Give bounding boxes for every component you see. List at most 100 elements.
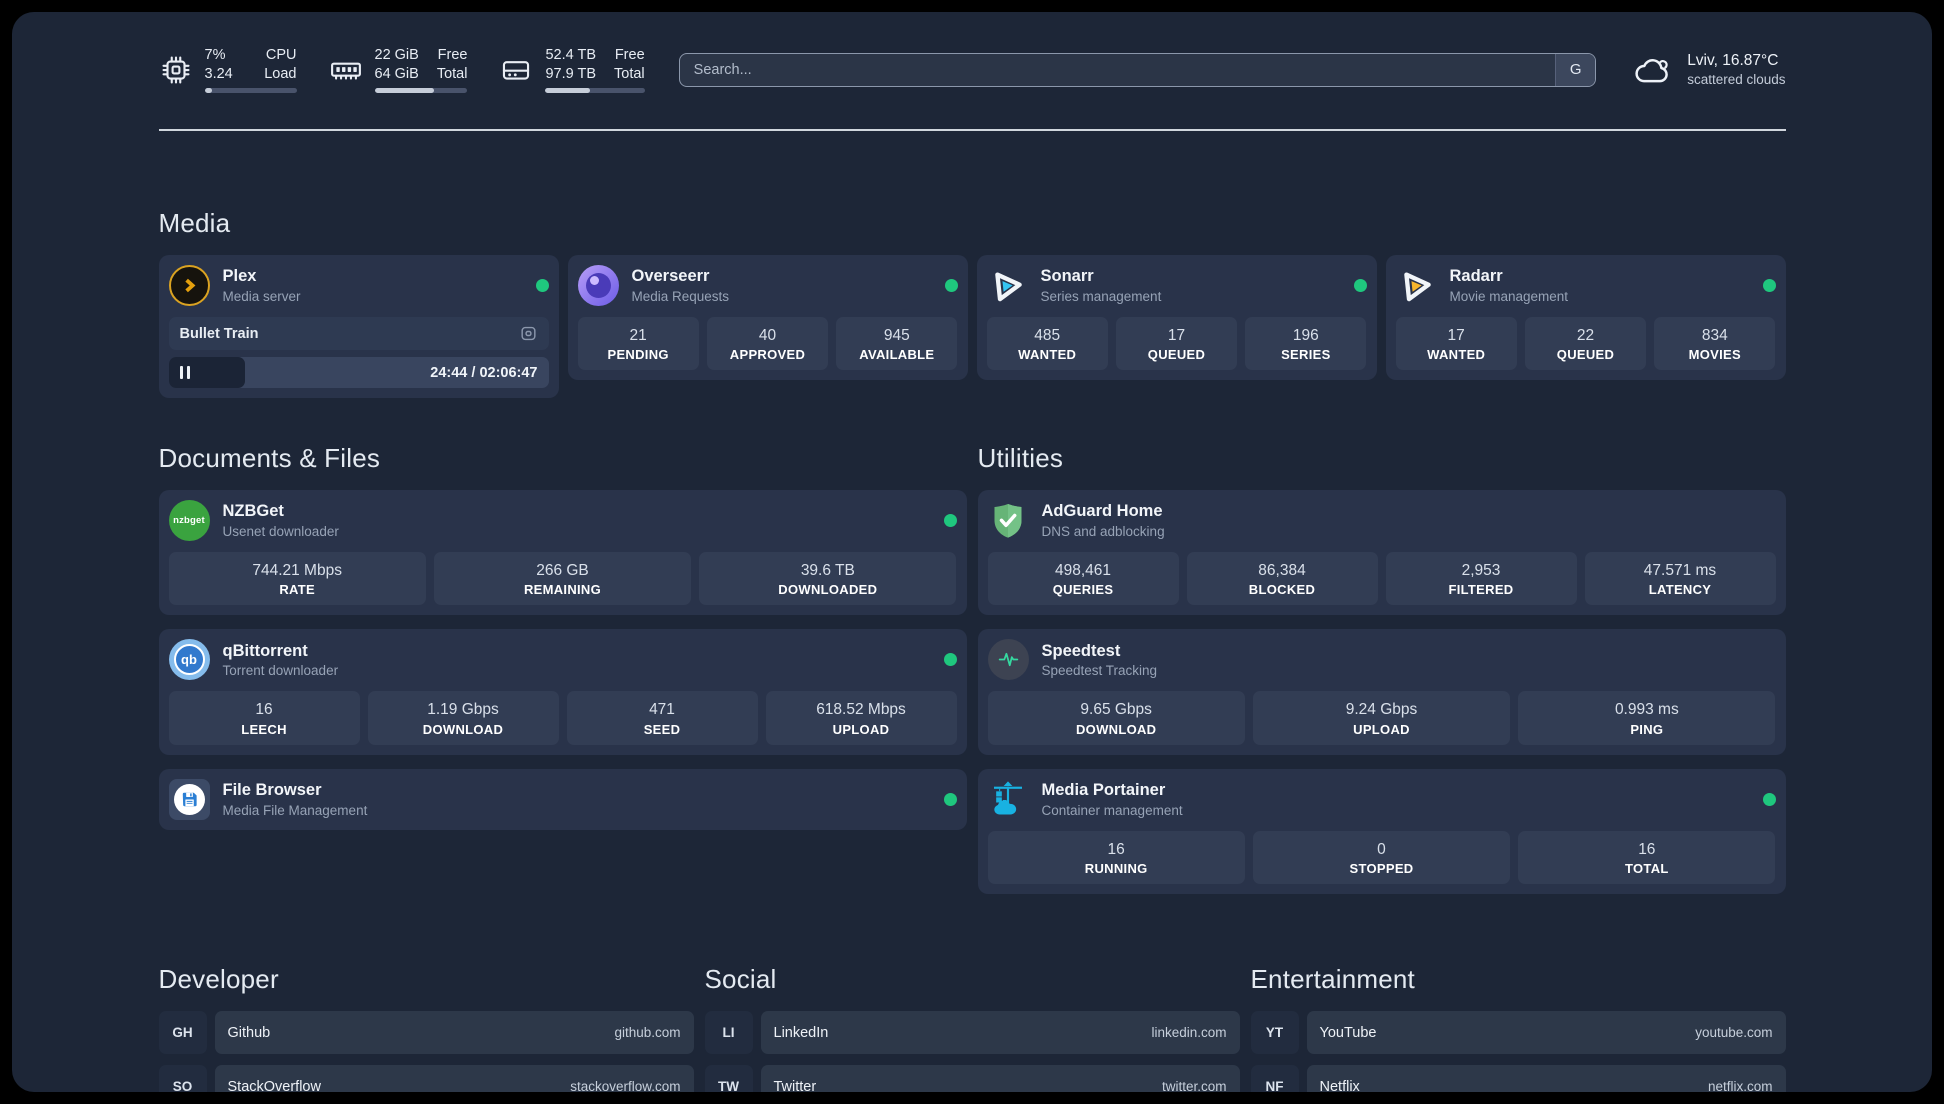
app-card-sonarr: Sonarr Series management 485 WANTED 17 Q… [976, 255, 1377, 381]
stat-box: 22 QUEUED [1524, 317, 1647, 371]
youtube-abbr-icon: YT [1250, 1011, 1299, 1055]
app-link-plex[interactable]: Plex Media server [168, 265, 549, 307]
top-bar: 7% 3.24 CPU Load 22 GiB 64 GiB Free Tota… [159, 46, 1786, 94]
link-url: github.com [614, 1025, 681, 1041]
portainer-icon [988, 779, 1029, 820]
app-name: File Browser [222, 780, 322, 799]
app-card-plex: Plex Media server Bullet Train 24:44 / 0… [158, 255, 559, 399]
app-link-filebrowser[interactable]: File Browser Media File Management [168, 778, 957, 820]
app-link-radarr[interactable]: Radarr Movie management [1396, 265, 1776, 306]
link-row-twitter[interactable]: TW Twitter twitter.com [704, 1065, 1240, 1092]
radarr-icon [1396, 265, 1437, 306]
dashboard-frame: 7% 3.24 CPU Load 22 GiB 64 GiB Free Tota… [0, 0, 1944, 1104]
app-link-portainer[interactable]: Media Portainer Container management [988, 779, 1776, 820]
app-link-speedtest[interactable]: Speedtest Speedtest Tracking [987, 639, 1776, 681]
stat-box: 17 QUEUED [1115, 317, 1238, 371]
stat-box: 39.6 TB DOWNLOADED [699, 552, 957, 606]
app-card-nzbget: nzbget NZBGet Usenet downloader 744.21 M… [158, 490, 967, 616]
link-row-netflix[interactable]: NF Netflix netflix.com [1250, 1065, 1786, 1092]
app-description: Usenet downloader [222, 523, 339, 539]
link-url: linkedin.com [1151, 1025, 1227, 1041]
github-abbr-icon: GH [158, 1011, 207, 1055]
nzbget-icon: nzbget [168, 500, 210, 542]
pause-icon[interactable] [179, 366, 190, 380]
ram-free-label: Free [437, 47, 468, 63]
stat-box: 266 GB REMAINING [433, 552, 692, 606]
app-link-qbittorrent[interactable]: qb qBittorrent Torrent downloader [168, 639, 957, 681]
stat-box: 0 STOPPED [1252, 830, 1511, 885]
link-url: youtube.com [1695, 1025, 1773, 1041]
link-row-github[interactable]: GH Github github.com [158, 1011, 694, 1055]
app-description: Torrent downloader [222, 663, 339, 679]
app-link-sonarr[interactable]: Sonarr Series management [987, 265, 1367, 306]
status-dot [943, 792, 957, 806]
twitter-abbr-icon: TW [704, 1065, 753, 1092]
section-title-social: Social [704, 964, 777, 995]
stat-box: 2,953 FILTERED [1385, 552, 1577, 606]
app-link-nzbget[interactable]: nzbget NZBGet Usenet downloader [168, 500, 957, 542]
ram-total-label: Total [436, 65, 468, 82]
stat-box: 471 SEED [566, 691, 758, 745]
stat-box: 21 PENDING [577, 317, 699, 371]
stat-box: 1.19 Gbps DOWNLOAD [367, 691, 559, 745]
link-name: LinkedIn [773, 1024, 829, 1041]
link-name: Github [227, 1024, 271, 1041]
header-divider [158, 129, 1786, 132]
stat-box: 16 TOTAL [1518, 830, 1776, 885]
app-card-portainer: Media Portainer Container management 16 … [977, 768, 1786, 895]
link-row-linkedin[interactable]: LI LinkedIn linkedin.com [704, 1011, 1240, 1055]
link-url: netflix.com [1707, 1079, 1773, 1092]
stat-box: 16 RUNNING [987, 830, 1245, 885]
app-description: Media Requests [631, 288, 730, 304]
section-title-utilities: Utilities [977, 443, 1064, 474]
link-row-stackoverflow[interactable]: SO StackOverflow stackoverflow.com [158, 1065, 694, 1092]
ram-stat: 22 GiB 64 GiB Free Total [329, 46, 468, 94]
app-name: Plex [222, 267, 257, 286]
stat-box: 485 WANTED [986, 317, 1108, 371]
app-card-qbittorrent: qb qBittorrent Torrent downloader 16 LEE… [158, 629, 967, 755]
ram-total-value: 64 GiB [374, 65, 419, 82]
app-name: Radarr [1449, 267, 1503, 286]
link-name: Twitter [773, 1078, 817, 1092]
link-row-youtube[interactable]: YT YouTube youtube.com [1250, 1011, 1786, 1055]
stat-box: 17 WANTED [1395, 317, 1517, 371]
links-column-entertainment: Entertainment YT YouTube youtube.com NF … [1250, 964, 1786, 1092]
now-playing-title: Bullet Train [179, 325, 259, 342]
disk-free-value: 52.4 TB [545, 47, 597, 63]
speedtest-icon [987, 639, 1029, 681]
section-title-entertainment: Entertainment [1250, 964, 1415, 995]
app-card-adguard: AdGuard Home DNS and adblocking 498,461 … [977, 490, 1786, 616]
cpu-usage-label: CPU [265, 47, 297, 63]
link-name: StackOverflow [227, 1078, 321, 1092]
stat-box: 86,384 BLOCKED [1186, 552, 1378, 606]
dashboard-page: 7% 3.24 CPU Load 22 GiB 64 GiB Free Tota… [12, 12, 1932, 1092]
app-link-overseerr[interactable]: Overseerr Media Requests [577, 265, 958, 307]
stackoverflow-abbr-icon: SO [158, 1065, 207, 1092]
screen-icon[interactable] [519, 324, 538, 343]
search-engine-button[interactable]: G [1555, 53, 1596, 86]
app-name: Speedtest [1041, 641, 1121, 660]
status-dot [1762, 792, 1776, 806]
app-name: Overseerr [631, 267, 710, 286]
app-name: AdGuard Home [1041, 502, 1163, 521]
status-dot [943, 653, 957, 667]
stat-box: 9.24 Gbps UPLOAD [1252, 691, 1511, 745]
app-name: NZBGet [222, 502, 284, 521]
playback-elapsed[interactable] [168, 357, 245, 389]
netflix-abbr-icon: NF [1250, 1065, 1299, 1092]
status-dot [1353, 279, 1367, 293]
search-input[interactable] [678, 52, 1597, 87]
stat-box: 47.571 ms LATENCY [1584, 552, 1776, 606]
app-description: Media File Management [222, 802, 368, 818]
app-description: Container management [1041, 802, 1183, 818]
app-description: Movie management [1449, 288, 1569, 304]
cpu-usage-value: 7% [204, 47, 226, 63]
cpu-stat: 7% 3.24 CPU Load [159, 46, 297, 94]
stat-box: 945 AVAILABLE [836, 317, 958, 371]
app-link-adguard[interactable]: AdGuard Home DNS and adblocking [988, 500, 1776, 541]
status-dot [1762, 279, 1776, 293]
disk-total-value: 97.9 TB [545, 65, 597, 82]
section-title-media: Media [158, 208, 231, 239]
playback-progress-bar: 24:44 / 02:06:47 [168, 357, 549, 389]
link-url: twitter.com [1161, 1079, 1227, 1092]
